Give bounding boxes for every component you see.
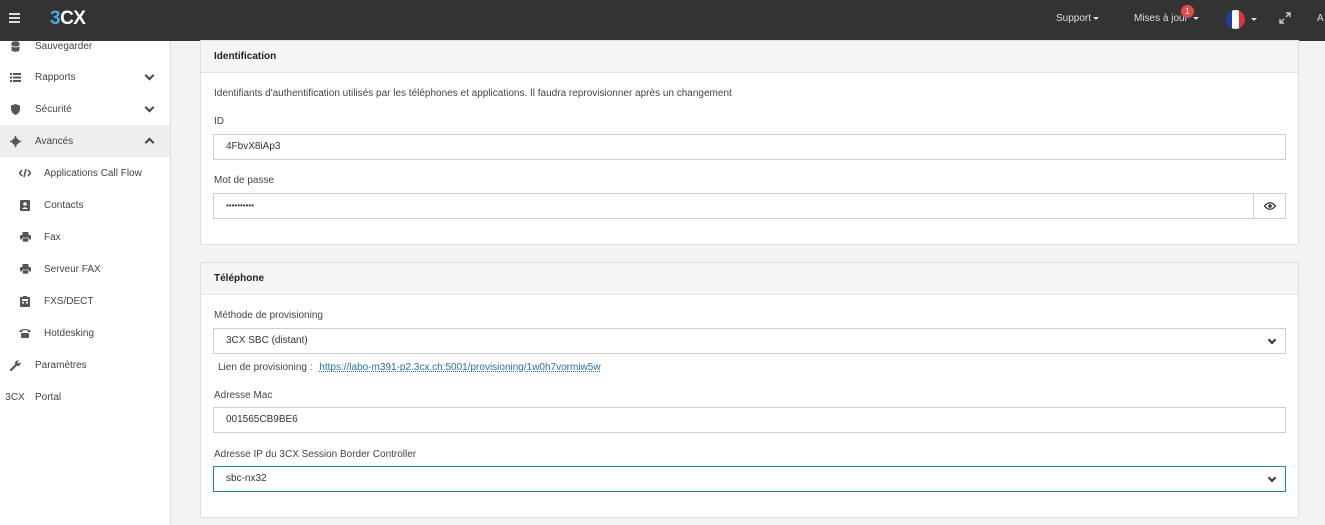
sidebar-item-label: Applications Call Flow [44, 167, 142, 179]
provisioning-method-value: 3CX SBC (distant) [226, 335, 308, 346]
shield-icon [9, 103, 21, 115]
top-bar: 3CX Support Mises à jour 1 A [0, 0, 1325, 41]
wrench-icon [9, 359, 21, 371]
sidebar-item-settings[interactable]: Paramètres [0, 349, 170, 381]
sidebar: Sauvegarder Rapports Sécurité Avancés Ap… [0, 41, 171, 525]
chevron-down-icon [144, 102, 155, 112]
chevron-down-icon [144, 70, 155, 80]
sidebar-item-call-flow-apps[interactable]: Applications Call Flow [0, 157, 170, 189]
list-icon [9, 71, 21, 83]
sidebar-item-contacts[interactable]: Contacts [0, 189, 170, 221]
sidebar-item-security[interactable]: Sécurité [0, 93, 170, 125]
caret-down-icon [1192, 16, 1199, 20]
sbc-address-label: Adresse IP du 3CX Session Border Control… [214, 449, 417, 460]
password-input[interactable]: •••••••••• [213, 193, 1254, 219]
contact-icon [19, 199, 31, 211]
mac-address-input[interactable]: 001565CB9BE6 [213, 407, 1286, 433]
sidebar-item-hotdesking[interactable]: Hotdesking [0, 317, 170, 349]
sidebar-item-backup[interactable]: Sauvegarder [0, 30, 170, 62]
printer-icon [19, 231, 31, 243]
provisioning-link[interactable]: https://labo-m391-p2.3cx.ch:5001/provisi… [319, 362, 600, 373]
telephone-panel: Téléphone Méthode de provisioning 3CX SB… [200, 262, 1299, 518]
sbc-address-select[interactable]: sbc-nx32 [213, 466, 1286, 492]
sidebar-item-label: FXS/DECT [44, 295, 94, 307]
panel-title: Identification [201, 41, 1298, 73]
sidebar-item-label: Paramètres [35, 359, 87, 371]
identification-description: Identifiants d'authentification utilisés… [214, 88, 732, 99]
provisioning-method-select[interactable]: 3CX SBC (distant) [213, 328, 1286, 354]
french-flag-icon[interactable] [1226, 10, 1245, 29]
id-label: ID [214, 116, 224, 127]
panel-title: Téléphone [201, 263, 1298, 295]
id-input[interactable]: 4FbvX8iAp3 [213, 134, 1286, 160]
code-icon [19, 167, 31, 179]
sidebar-item-fax-server[interactable]: Serveur FAX [0, 253, 170, 285]
support-label: Support [1056, 13, 1092, 24]
caret-down-icon [1093, 16, 1100, 20]
device-icon [19, 295, 31, 307]
mac-address-label: Adresse Mac [214, 390, 273, 401]
sidebar-item-label: Sécurité [35, 103, 72, 115]
database-icon [9, 40, 21, 52]
sidebar-item-portal[interactable]: 3CX Portal [0, 381, 170, 413]
sidebar-item-label: Contacts [44, 199, 84, 211]
identification-panel: Identification Identifiants d'authentifi… [200, 40, 1299, 245]
sidebar-item-label: Avancés [35, 135, 74, 147]
password-label: Mot de passe [214, 175, 275, 186]
notification-badge: 1 [1181, 5, 1194, 18]
sidebar-item-label: Hotdesking [44, 327, 95, 339]
updates-label: Mises à jour [1134, 13, 1188, 24]
chevron-down-icon [1267, 473, 1277, 483]
sidebar-item-label: Portal [35, 391, 62, 403]
3cx-icon: 3CX [5, 391, 25, 403]
user-menu-initial[interactable]: A [1317, 13, 1324, 24]
sidebar-item-label: Rapports [35, 71, 76, 83]
hamburger-menu-icon[interactable] [9, 13, 20, 23]
support-menu[interactable]: Support [1056, 13, 1100, 24]
chevron-up-icon [144, 137, 155, 148]
sidebar-item-label: Sauvegarder [35, 40, 93, 52]
fullscreen-icon[interactable] [1279, 12, 1291, 24]
provisioning-link-label: Lien de provisioning : [218, 362, 313, 373]
sbc-address-value: sbc-nx32 [226, 473, 267, 484]
sidebar-item-label: Fax [44, 231, 61, 243]
provisioning-method-label: Méthode de provisioning [214, 310, 323, 321]
chevron-down-icon [1267, 335, 1277, 345]
printer-icon [19, 263, 31, 275]
sidebar-item-label: Serveur FAX [44, 263, 101, 275]
sidebar-item-advanced[interactable]: Avancés [0, 125, 170, 157]
language-caret-icon[interactable] [1251, 18, 1257, 21]
provisioning-link-row: Lien de provisioning : https://labo-m391… [218, 362, 601, 373]
sidebar-item-fxs-dect[interactable]: FXS/DECT [0, 285, 170, 317]
logo[interactable]: 3CX [50, 8, 86, 30]
toggle-password-button[interactable] [1253, 193, 1286, 219]
sidebar-item-reports[interactable]: Rapports [0, 61, 170, 93]
sidebar-item-fax[interactable]: Fax [0, 221, 170, 253]
gear-icon [9, 135, 21, 147]
phone-icon [19, 327, 31, 339]
eye-icon [1263, 202, 1276, 210]
